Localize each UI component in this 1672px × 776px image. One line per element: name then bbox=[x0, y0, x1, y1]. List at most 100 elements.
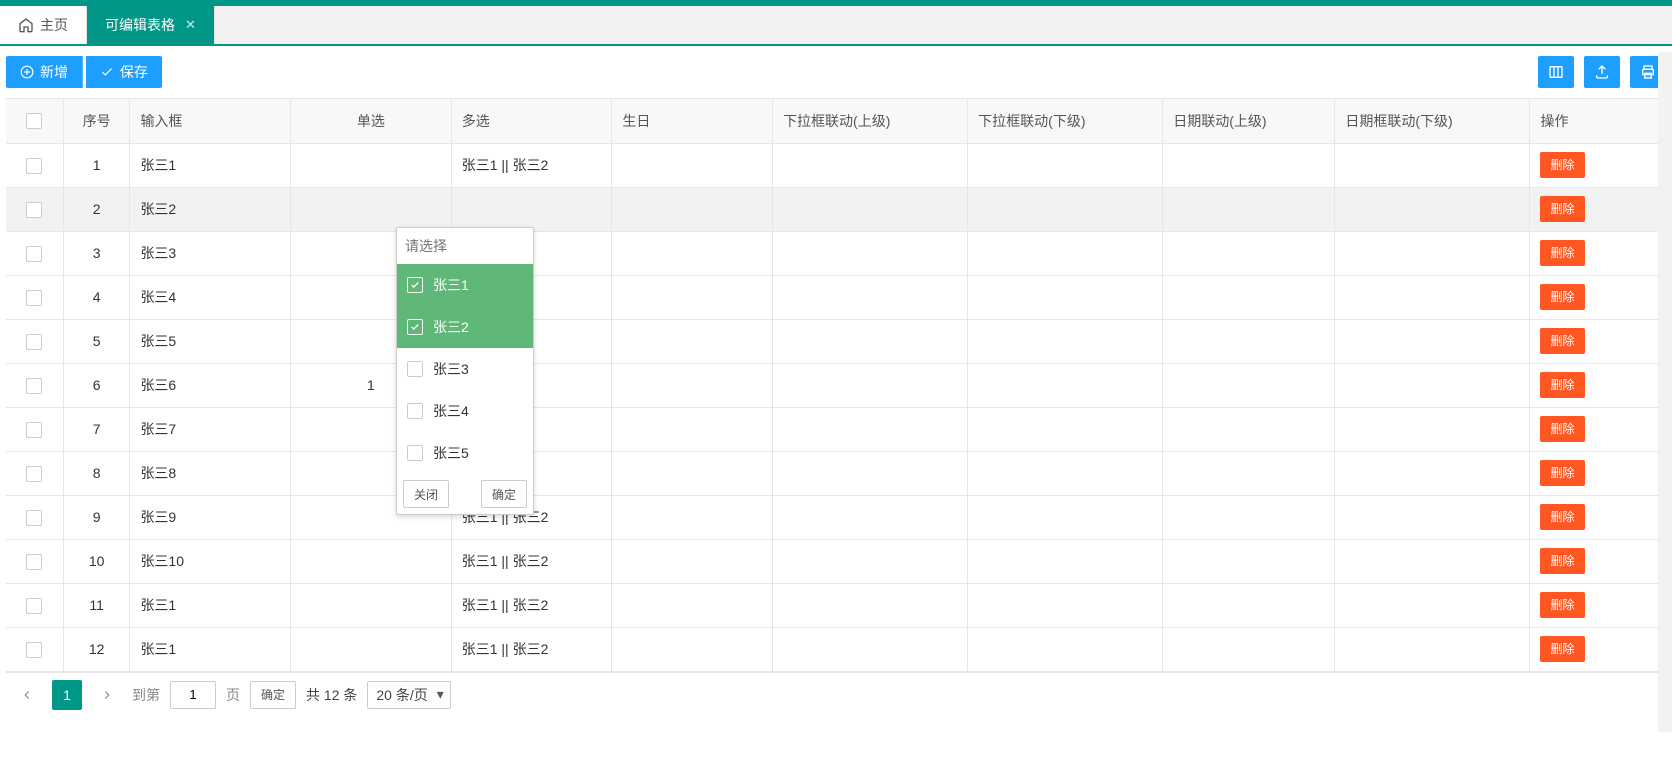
cell-birthday[interactable] bbox=[612, 583, 773, 627]
cell-multi[interactable]: 张三1 || 张三2 bbox=[451, 143, 612, 187]
goto-confirm-button[interactable]: 确定 bbox=[250, 681, 296, 709]
cell-date-up[interactable] bbox=[1163, 187, 1335, 231]
cell-link-down[interactable] bbox=[968, 451, 1163, 495]
cell-input[interactable]: 张三8 bbox=[130, 451, 291, 495]
table-row[interactable]: 11张三1张三1 || 张三2删除 bbox=[6, 583, 1666, 627]
cell-link-down[interactable] bbox=[968, 627, 1163, 671]
cell-date-down[interactable] bbox=[1335, 143, 1530, 187]
cell-link-up[interactable] bbox=[773, 319, 968, 363]
cell-date-up[interactable] bbox=[1163, 627, 1335, 671]
cell-input[interactable]: 张三2 bbox=[130, 187, 291, 231]
cell-birthday[interactable] bbox=[612, 319, 773, 363]
multiselect-option[interactable]: 张三1 bbox=[397, 264, 533, 306]
cell-date-down[interactable] bbox=[1335, 363, 1530, 407]
cell-date-up[interactable] bbox=[1163, 539, 1335, 583]
cell-link-down[interactable] bbox=[968, 275, 1163, 319]
cell-link-down[interactable] bbox=[968, 319, 1163, 363]
vertical-scrollbar[interactable] bbox=[1658, 52, 1672, 732]
row-checkbox[interactable] bbox=[26, 202, 42, 218]
cell-date-down[interactable] bbox=[1335, 407, 1530, 451]
multiselect-option[interactable]: 张三3 bbox=[397, 348, 533, 390]
export-button[interactable] bbox=[1584, 56, 1620, 88]
row-checkbox[interactable] bbox=[26, 422, 42, 438]
delete-button[interactable]: 删除 bbox=[1540, 636, 1584, 662]
multiselect-option[interactable]: 张三2 bbox=[397, 306, 533, 348]
cell-date-down[interactable] bbox=[1335, 451, 1530, 495]
cell-multi[interactable]: 张三1 || 张三2 bbox=[451, 627, 612, 671]
cell-link-up[interactable] bbox=[773, 627, 968, 671]
cell-birthday[interactable] bbox=[612, 231, 773, 275]
table-row[interactable]: 7张三7删除 bbox=[6, 407, 1666, 451]
cell-multi[interactable]: 张三1 || 张三2 bbox=[451, 539, 612, 583]
delete-button[interactable]: 删除 bbox=[1540, 284, 1584, 310]
cell-birthday[interactable] bbox=[612, 143, 773, 187]
tab-home[interactable]: 主页 bbox=[0, 6, 87, 44]
row-checkbox[interactable] bbox=[26, 334, 42, 350]
cell-date-down[interactable] bbox=[1335, 627, 1530, 671]
cell-link-down[interactable] bbox=[968, 495, 1163, 539]
cell-radio[interactable] bbox=[291, 627, 452, 671]
cell-input[interactable]: 张三7 bbox=[130, 407, 291, 451]
cell-link-down[interactable] bbox=[968, 187, 1163, 231]
cell-date-up[interactable] bbox=[1163, 143, 1335, 187]
table-row[interactable]: 4张三4删除 bbox=[6, 275, 1666, 319]
multiselect-option[interactable]: 张三5 bbox=[397, 432, 533, 474]
cell-link-up[interactable] bbox=[773, 143, 968, 187]
next-page-button[interactable] bbox=[92, 680, 122, 710]
delete-button[interactable]: 删除 bbox=[1540, 548, 1584, 574]
multiselect-search-input[interactable] bbox=[397, 228, 533, 264]
cell-link-down[interactable] bbox=[968, 363, 1163, 407]
cell-link-up[interactable] bbox=[773, 583, 968, 627]
cell-input[interactable]: 张三4 bbox=[130, 275, 291, 319]
row-checkbox[interactable] bbox=[26, 598, 42, 614]
cell-link-up[interactable] bbox=[773, 231, 968, 275]
table-row[interactable]: 5张三5删除 bbox=[6, 319, 1666, 363]
cell-link-up[interactable] bbox=[773, 407, 968, 451]
cell-date-down[interactable] bbox=[1335, 495, 1530, 539]
row-checkbox[interactable] bbox=[26, 642, 42, 658]
cell-input[interactable]: 张三3 bbox=[130, 231, 291, 275]
delete-button[interactable]: 删除 bbox=[1540, 152, 1584, 178]
delete-button[interactable]: 删除 bbox=[1540, 460, 1584, 486]
delete-button[interactable]: 删除 bbox=[1540, 372, 1584, 398]
cell-radio[interactable] bbox=[291, 143, 452, 187]
cell-date-down[interactable] bbox=[1335, 275, 1530, 319]
popup-ok-button[interactable]: 确定 bbox=[481, 480, 527, 508]
table-row[interactable]: 2张三2删除 bbox=[6, 187, 1666, 231]
row-checkbox[interactable] bbox=[26, 246, 42, 262]
row-checkbox[interactable] bbox=[26, 378, 42, 394]
delete-button[interactable]: 删除 bbox=[1540, 240, 1584, 266]
cell-date-down[interactable] bbox=[1335, 583, 1530, 627]
table-row[interactable]: 12张三1张三1 || 张三2删除 bbox=[6, 627, 1666, 671]
select-all-checkbox[interactable] bbox=[26, 113, 42, 129]
multiselect-option[interactable]: 张三4 bbox=[397, 390, 533, 432]
cell-input[interactable]: 张三1 bbox=[130, 583, 291, 627]
table-row[interactable]: 10张三10张三1 || 张三2删除 bbox=[6, 539, 1666, 583]
delete-button[interactable]: 删除 bbox=[1540, 196, 1584, 222]
cell-input[interactable]: 张三1 bbox=[130, 143, 291, 187]
cell-link-up[interactable] bbox=[773, 451, 968, 495]
cell-birthday[interactable] bbox=[612, 495, 773, 539]
save-button[interactable]: 保存 bbox=[86, 56, 162, 88]
cell-link-down[interactable] bbox=[968, 583, 1163, 627]
goto-page-input[interactable] bbox=[170, 681, 216, 709]
prev-page-button[interactable] bbox=[12, 680, 42, 710]
popup-close-button[interactable]: 关闭 bbox=[403, 480, 449, 508]
cell-input[interactable]: 张三10 bbox=[130, 539, 291, 583]
cell-input[interactable]: 张三6 bbox=[130, 363, 291, 407]
row-checkbox[interactable] bbox=[26, 554, 42, 570]
table-row[interactable]: 1张三1张三1 || 张三2删除 bbox=[6, 143, 1666, 187]
page-size-select[interactable]: 20 条/页 bbox=[367, 681, 450, 709]
cell-link-up[interactable] bbox=[773, 539, 968, 583]
tab-editable-table[interactable]: 可编辑表格 ✕ bbox=[87, 6, 215, 44]
cell-multi[interactable]: 张三1 || 张三2 bbox=[451, 583, 612, 627]
cell-link-up[interactable] bbox=[773, 495, 968, 539]
cell-date-down[interactable] bbox=[1335, 539, 1530, 583]
table-row[interactable]: 8张三8删除 bbox=[6, 451, 1666, 495]
cell-link-down[interactable] bbox=[968, 231, 1163, 275]
page-number-current[interactable]: 1 bbox=[52, 680, 82, 710]
cell-date-down[interactable] bbox=[1335, 231, 1530, 275]
cell-input[interactable]: 张三9 bbox=[130, 495, 291, 539]
cell-link-down[interactable] bbox=[968, 539, 1163, 583]
table-row[interactable]: 6张三61删除 bbox=[6, 363, 1666, 407]
